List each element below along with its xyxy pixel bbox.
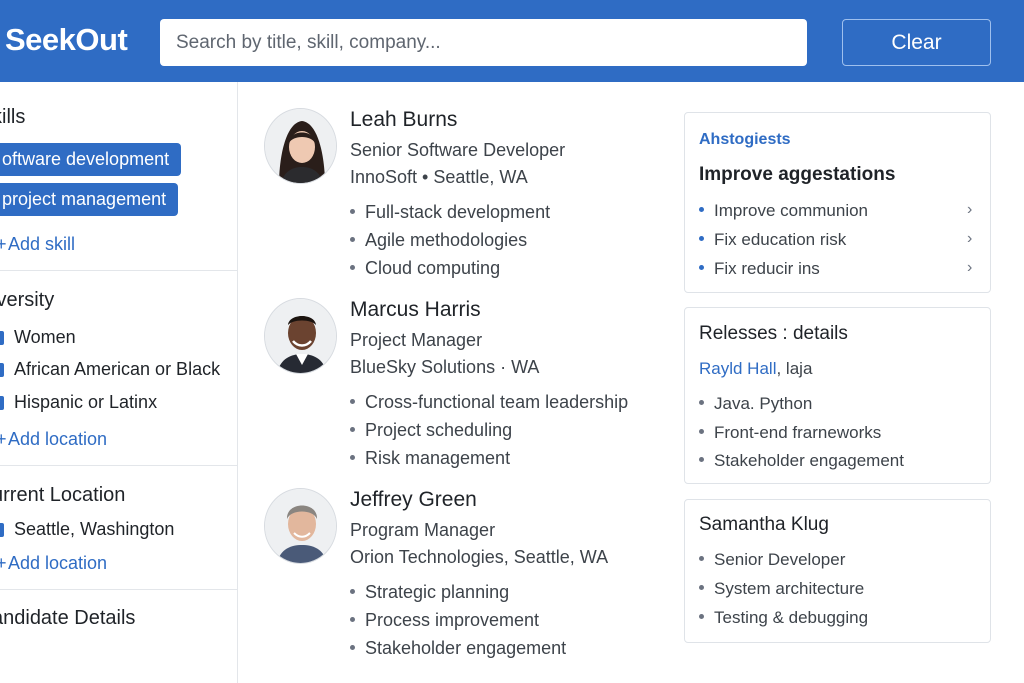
releases-link-suffix: , laja — [776, 359, 813, 378]
candidate-title: Program Manager — [350, 520, 496, 540]
releases-item: Stakeholder engagement — [699, 451, 904, 471]
candidate-skill: Full-stack development — [350, 202, 550, 223]
releases-person-link[interactable]: Rayld Hall — [699, 359, 776, 378]
candidate-name[interactable]: Leah Burns — [350, 108, 457, 132]
seekout-logo[interactable]: SeekOut — [5, 22, 128, 58]
avatar — [264, 488, 337, 564]
location-option-label: Seattle, Washington — [14, 519, 175, 539]
candidate-name[interactable]: Jeffrey Green — [350, 488, 477, 512]
suggestion-item[interactable]: Improve communion › — [699, 201, 979, 221]
filter-sidebar: kills oftware development project manage… — [0, 82, 238, 683]
diversity-option-women[interactable]: Women — [0, 327, 76, 348]
sidebar-divider — [0, 589, 237, 590]
avatar — [264, 108, 337, 184]
samantha-klug-card[interactable]: Samantha Klug Senior Developer System ar… — [684, 499, 991, 643]
candidate-details-section-title[interactable]: andidate Details — [0, 607, 135, 630]
suggestion-item[interactable]: Fix reducir ins › — [699, 259, 979, 279]
releases-link-row: Rayld Hall, laja — [699, 359, 812, 379]
sidebar-divider — [0, 465, 237, 466]
samantha-item: Senior Developer — [699, 550, 845, 570]
top-header: SeekOut Clear — [0, 0, 1024, 82]
skills-section-title: kills — [0, 106, 26, 128]
releases-item: Front-end frarneworks — [699, 423, 881, 443]
checkbox-icon[interactable] — [0, 330, 4, 345]
candidate-skill: Risk management — [350, 448, 510, 469]
checkbox-icon[interactable] — [0, 362, 4, 377]
chevron-right-icon: › — [967, 230, 973, 247]
diversity-section-title: iversity — [0, 289, 55, 311]
plus-icon: + — [0, 234, 8, 255]
candidate-skill: Agile methodologies — [350, 230, 527, 251]
candidate-title: Project Manager — [350, 330, 483, 350]
releases-item: Java. Python — [699, 394, 812, 414]
candidate-location: BlueSky Solutions · WA — [350, 357, 540, 377]
diversity-option-label: African American or Black — [14, 359, 221, 379]
candidate-skill: Strategic planning — [350, 582, 509, 603]
candidate-location: Orion Technologies, Seattle, WA — [350, 547, 609, 567]
candidate-skill: Cloud computing — [350, 258, 500, 279]
clear-button[interactable]: Clear — [842, 19, 991, 66]
candidate-title: Senior Software Developer — [350, 140, 566, 160]
candidate-location: InnoSoft • Seattle, WA — [350, 167, 528, 187]
candidate-card-jeffrey-green[interactable]: Jeffrey Green Program Manager Orion Tech… — [264, 488, 664, 668]
diversity-option-hispanic[interactable]: Hispanic or Latinx — [0, 392, 157, 413]
avatar-portrait-icon — [265, 489, 336, 563]
releases-title: Relesses : details — [699, 323, 848, 344]
releases-details-card: Relesses : details Rayld Hall, laja Java… — [684, 307, 991, 484]
suggestions-kicker: Ahstogiests — [699, 131, 791, 148]
candidate-card-leah-burns[interactable]: Leah Burns Senior Software Developer Inn… — [264, 108, 664, 288]
sidebar-divider — [0, 270, 237, 271]
samantha-item: System architecture — [699, 579, 864, 599]
avatar — [264, 298, 337, 374]
suggestions-card: Ahstogiests Improve aggestations Improve… — [684, 112, 991, 293]
diversity-option-african-american[interactable]: African American or Black — [0, 359, 220, 380]
checkbox-icon[interactable] — [0, 522, 4, 537]
search-input[interactable] — [160, 19, 807, 66]
current-location-section-title: urrent Location — [0, 484, 126, 506]
samantha-name[interactable]: Samantha Klug — [699, 514, 829, 536]
diversity-option-label: Women — [14, 327, 76, 347]
chevron-right-icon: › — [967, 201, 973, 218]
samantha-item: Testing & debugging — [699, 608, 868, 628]
candidate-skill: Cross-functional team leadership — [350, 392, 628, 413]
candidate-skill: Process improvement — [350, 610, 539, 631]
add-location-link[interactable]: +Add location — [0, 553, 107, 574]
add-location-label: Add location — [8, 553, 108, 573]
add-location-label: Add location — [8, 429, 108, 449]
candidate-name[interactable]: Marcus Harris — [350, 298, 481, 322]
suggestion-item[interactable]: Fix education risk › — [699, 230, 979, 250]
skill-chip-software-development[interactable]: oftware development — [0, 143, 182, 176]
candidate-card-marcus-harris[interactable]: Marcus Harris Project Manager BlueSky So… — [264, 298, 664, 478]
skill-chip-project-management[interactable]: project management — [0, 183, 179, 216]
avatar-portrait-icon — [265, 109, 336, 183]
candidate-skill: Project scheduling — [350, 420, 512, 441]
add-location-link[interactable]: +Add location — [0, 429, 107, 450]
avatar-portrait-icon — [265, 299, 336, 373]
checkbox-icon[interactable] — [0, 395, 4, 410]
chevron-right-icon: › — [967, 259, 973, 276]
location-option-seattle[interactable]: Seattle, Washington — [0, 519, 174, 540]
diversity-option-label: Hispanic or Latinx — [14, 392, 158, 412]
add-skill-label: Add skill — [8, 234, 76, 254]
suggestions-title: Improve aggestations — [699, 164, 896, 185]
plus-icon: + — [0, 553, 8, 574]
plus-icon: + — [0, 429, 8, 450]
candidate-skill: Stakeholder engagement — [350, 638, 566, 659]
add-skill-link[interactable]: +Add skill — [0, 234, 75, 255]
